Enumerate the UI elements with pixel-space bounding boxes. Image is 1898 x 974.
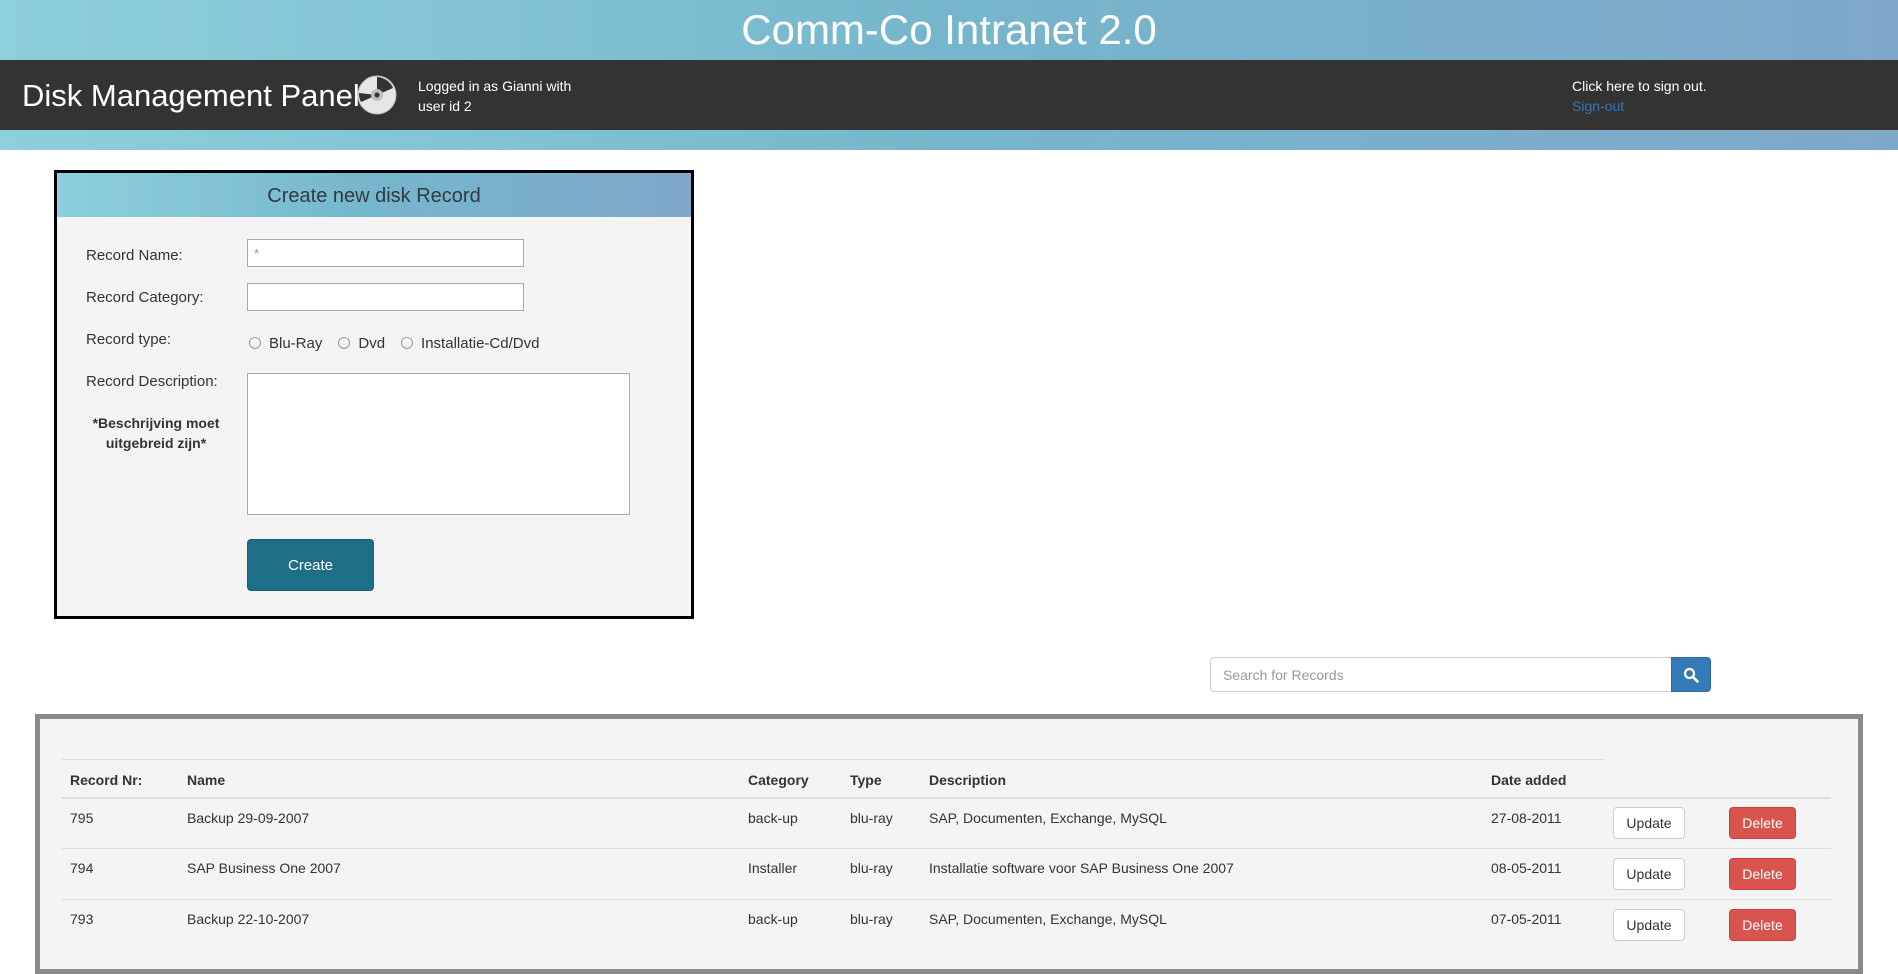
radio-dvd[interactable] — [338, 337, 351, 349]
delete-button[interactable]: Delete — [1729, 807, 1796, 840]
search-bar — [1210, 657, 1711, 692]
cell-category: back-up — [740, 899, 842, 951]
signout-link[interactable]: Sign-out — [1572, 96, 1624, 116]
cell-description: SAP, Documenten, Exchange, MySQL — [921, 797, 1483, 849]
search-input[interactable] — [1210, 657, 1672, 692]
record-category-input[interactable] — [247, 283, 524, 311]
record-type-radio-group: Blu-Ray Dvd Installatie-Cd/Dvd — [247, 333, 553, 353]
create-record-form: Create new disk Record Record Name: Reco… — [54, 170, 694, 619]
records-table: Record Nr: Name Category Type Descriptio… — [62, 759, 1831, 951]
create-button[interactable]: Create — [247, 539, 374, 591]
cell-date-added: 27-08-2011 — [1483, 797, 1605, 849]
cell-type: blu-ray — [842, 848, 921, 900]
radio-label-blu-ray: Blu-Ray — [269, 334, 323, 352]
cell-description: Installatie software voor SAP Business O… — [921, 848, 1483, 900]
radio-installatie[interactable] — [401, 337, 414, 349]
cell-category: back-up — [740, 797, 842, 849]
cell-type: blu-ray — [842, 899, 921, 951]
login-info: Logged in as Gianni with user id 2 — [418, 78, 572, 114]
col-date-added: Date added — [1483, 759, 1605, 799]
signout-prompt: Click here to sign out. — [1572, 78, 1707, 94]
col-type: Type — [842, 759, 921, 799]
top-banner: Comm-Co Intranet 2.0 — [0, 0, 1898, 60]
record-description-textarea[interactable] — [247, 373, 630, 515]
records-panel: Record Nr: Name Category Type Descriptio… — [35, 714, 1863, 974]
col-name: Name — [179, 759, 740, 799]
record-name-label: Record Name: — [86, 247, 183, 264]
record-name-input[interactable] — [247, 239, 524, 267]
delete-button[interactable]: Delete — [1729, 909, 1796, 942]
delete-button[interactable]: Delete — [1729, 858, 1796, 890]
record-description-label: Record Description: — [86, 373, 218, 390]
cell-type: blu-ray — [842, 797, 921, 849]
cell-name: Backup 22-10-2007 — [179, 899, 740, 951]
col-record-nr: Record Nr: — [62, 759, 179, 799]
cell-record-nr: 795 — [62, 797, 179, 849]
cell-description: SAP, Documenten, Exchange, MySQL — [921, 899, 1483, 951]
site-title: Comm-Co Intranet 2.0 — [741, 6, 1157, 53]
disk-icon — [357, 75, 397, 115]
search-icon — [1683, 667, 1699, 683]
cell-category: Installer — [740, 848, 842, 900]
table-header-row: Record Nr: Name Category Type Descriptio… — [62, 759, 1831, 799]
description-note: *Beschrijving moet uitgebreid zijn* — [92, 415, 220, 451]
cell-name: Backup 29-09-2007 — [179, 797, 740, 849]
form-header: Create new disk Record — [57, 173, 691, 217]
cell-date-added: 08-05-2011 — [1483, 848, 1605, 900]
radio-blu-ray[interactable] — [249, 337, 261, 349]
cell-record-nr: 793 — [62, 899, 179, 951]
panel-title: Disk Management Panel — [22, 78, 360, 113]
radio-label-installatie: Installatie-Cd/Dvd — [421, 334, 540, 352]
table-row: 795 Backup 29-09-2007 back-up blu-ray SA… — [62, 797, 1831, 849]
col-description: Description — [921, 759, 1483, 799]
table-row: 794 SAP Business One 2007 Installer blu-… — [62, 848, 1831, 900]
update-button[interactable]: Update — [1613, 909, 1685, 942]
cell-record-nr: 794 — [62, 848, 179, 900]
search-button[interactable] — [1671, 657, 1711, 692]
record-category-label: Record Category: — [86, 289, 204, 306]
table-row: 793 Backup 22-10-2007 back-up blu-ray SA… — [62, 899, 1831, 951]
header-strip — [0, 130, 1898, 150]
record-type-label: Record type: — [86, 331, 172, 348]
navbar: Disk Management Panel Logged in as Giann… — [0, 60, 1898, 130]
cell-name: SAP Business One 2007 — [179, 848, 740, 900]
cell-date-added: 07-05-2011 — [1483, 899, 1605, 951]
radio-label-dvd: Dvd — [358, 334, 386, 352]
update-button[interactable]: Update — [1613, 807, 1685, 840]
col-category: Category — [740, 759, 842, 799]
update-button[interactable]: Update — [1613, 858, 1685, 890]
